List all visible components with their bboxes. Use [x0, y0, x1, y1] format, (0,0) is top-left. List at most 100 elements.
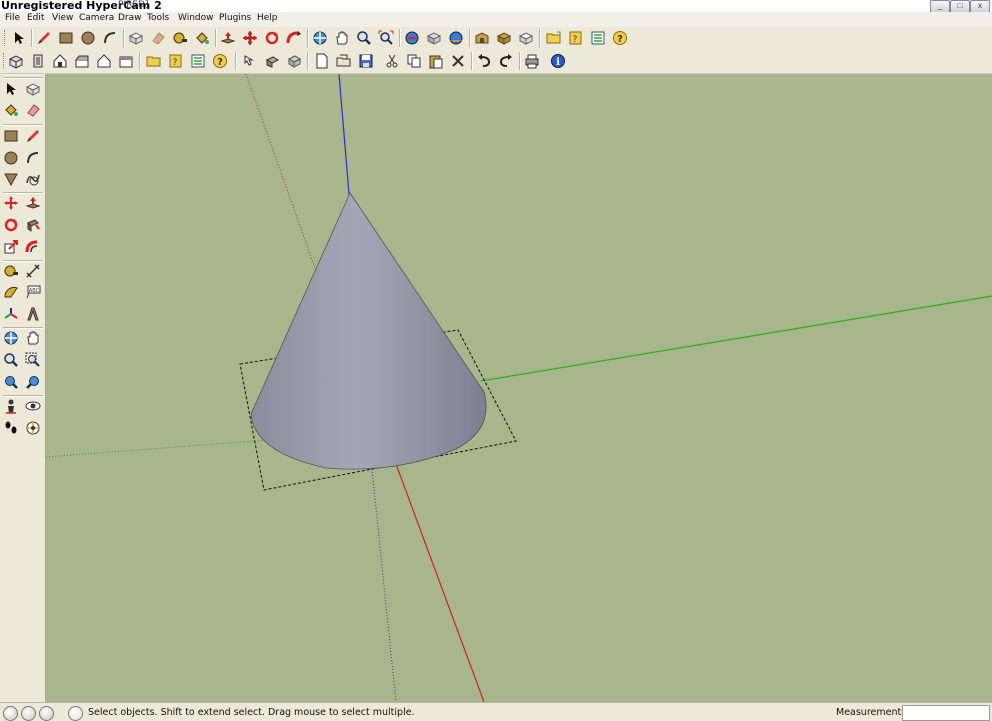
orbit-icon[interactable] — [311, 29, 329, 47]
get-models-icon[interactable] — [403, 29, 421, 47]
ruby-icon[interactable] — [495, 29, 513, 47]
pan-icon[interactable] — [333, 29, 351, 47]
tape-measure-icon[interactable] — [171, 29, 189, 47]
help-icon[interactable]: ? — [567, 29, 585, 47]
shaded-icon[interactable] — [285, 52, 303, 70]
zoom-icon[interactable] — [355, 29, 373, 47]
top-view-icon[interactable] — [29, 52, 47, 70]
share-model-icon[interactable] — [425, 29, 443, 47]
cone-shape[interactable] — [250, 192, 487, 470]
rotate-icon[interactable] — [263, 29, 281, 47]
scale-icon[interactable] — [2, 238, 20, 256]
paint-bucket-icon[interactable] — [2, 101, 20, 119]
zoom-icon[interactable] — [2, 351, 20, 369]
menu-file[interactable]: File — [5, 13, 20, 23]
select-icon[interactable] — [10, 29, 28, 47]
text-icon[interactable]: ABC — [24, 283, 42, 301]
question-icon[interactable]: ? — [611, 29, 629, 47]
undo-icon[interactable] — [475, 52, 493, 70]
eraser-icon[interactable] — [149, 29, 167, 47]
move-icon[interactable] — [2, 194, 20, 212]
3d-text-icon[interactable] — [24, 305, 42, 323]
question-icon[interactable]: ? — [211, 52, 229, 70]
layers-icon[interactable] — [189, 52, 207, 70]
orbit-icon[interactable] — [2, 329, 20, 347]
menu-camera[interactable]: Camera — [79, 13, 114, 23]
pencil-icon[interactable] — [35, 29, 53, 47]
new-file-icon[interactable] — [313, 52, 331, 70]
paste-icon[interactable] — [427, 52, 445, 70]
tape-measure-icon[interactable] — [2, 262, 20, 280]
menu-help[interactable]: Help — [257, 13, 278, 23]
share-component-icon[interactable] — [447, 29, 465, 47]
copy-icon[interactable] — [405, 52, 423, 70]
pencil-icon[interactable] — [24, 127, 42, 145]
open-file-icon[interactable] — [335, 52, 353, 70]
right-view-icon[interactable] — [73, 52, 91, 70]
warehouse-icon[interactable] — [473, 29, 491, 47]
model-info-icon[interactable]: i — [549, 52, 567, 70]
section-plane-icon[interactable] — [24, 419, 42, 437]
credits-icon[interactable] — [21, 706, 36, 721]
follow-me-icon[interactable] — [285, 29, 303, 47]
offset-icon[interactable] — [24, 238, 42, 256]
iso-view-icon[interactable] — [7, 52, 25, 70]
scene-canvas[interactable] — [46, 74, 992, 702]
previous-view-icon[interactable] — [24, 373, 42, 391]
eraser-icon[interactable] — [24, 101, 42, 119]
circle-icon[interactable] — [79, 29, 97, 47]
menu-window[interactable]: Window — [178, 13, 214, 23]
open-folder-icon[interactable] — [545, 29, 563, 47]
help-icon[interactable]: ? — [167, 52, 185, 70]
menu-edit[interactable]: Edit — [27, 13, 44, 23]
geo-location-icon[interactable] — [3, 706, 18, 721]
select-icon[interactable] — [2, 80, 20, 98]
rotate-icon[interactable] — [2, 216, 20, 234]
arc-icon[interactable] — [101, 29, 119, 47]
push-pull-icon[interactable] — [219, 29, 237, 47]
freehand-icon[interactable] — [24, 170, 42, 188]
back-view-icon[interactable] — [95, 52, 113, 70]
paint-bucket-icon[interactable] — [193, 29, 211, 47]
polygon-icon[interactable] — [2, 170, 20, 188]
arc-icon[interactable] — [24, 149, 42, 167]
toolbar-grip[interactable] — [4, 30, 8, 46]
open-folder-icon[interactable] — [145, 52, 163, 70]
print-icon[interactable] — [523, 52, 541, 70]
menu-tools[interactable]: Tools — [147, 13, 169, 23]
menu-plugins[interactable]: Plugins — [219, 13, 251, 23]
redo-icon[interactable] — [497, 52, 515, 70]
move-icon[interactable] — [241, 29, 259, 47]
rectangle-icon[interactable] — [2, 127, 20, 145]
pan-icon[interactable] — [24, 329, 42, 347]
help-question-icon[interactable] — [68, 706, 83, 721]
zoom-extents-icon[interactable] — [377, 29, 395, 47]
circle-icon[interactable] — [2, 149, 20, 167]
palette-grip[interactable] — [3, 77, 43, 79]
menu-draw[interactable]: Draw — [118, 13, 142, 23]
x-ray-icon[interactable] — [241, 52, 259, 70]
make-component-icon[interactable] — [24, 80, 42, 98]
position-camera-icon[interactable] — [2, 397, 20, 415]
hidden-line-icon[interactable] — [263, 52, 281, 70]
zoom-window-icon[interactable] — [24, 351, 42, 369]
measurements-input[interactable] — [902, 705, 990, 721]
follow-me-icon[interactable] — [24, 216, 42, 234]
outliner-icon[interactable] — [517, 29, 535, 47]
front-view-icon[interactable] — [51, 52, 69, 70]
layers-icon[interactable] — [589, 29, 607, 47]
save-icon[interactable] — [357, 52, 375, 70]
user-icon[interactable] — [39, 706, 54, 721]
make-component-icon[interactable] — [127, 29, 145, 47]
delete-icon[interactable] — [449, 52, 467, 70]
dimension-icon[interactable] — [24, 262, 42, 280]
rectangle-icon[interactable] — [57, 29, 75, 47]
look-around-icon[interactable] — [24, 397, 42, 415]
modeling-viewport[interactable] — [46, 74, 992, 702]
push-pull-icon[interactable] — [24, 194, 42, 212]
left-view-icon[interactable] — [117, 52, 135, 70]
walk-icon[interactable] — [2, 419, 20, 437]
menu-view[interactable]: View — [52, 13, 73, 23]
cut-icon[interactable] — [383, 52, 401, 70]
axes-icon[interactable] — [2, 305, 20, 323]
